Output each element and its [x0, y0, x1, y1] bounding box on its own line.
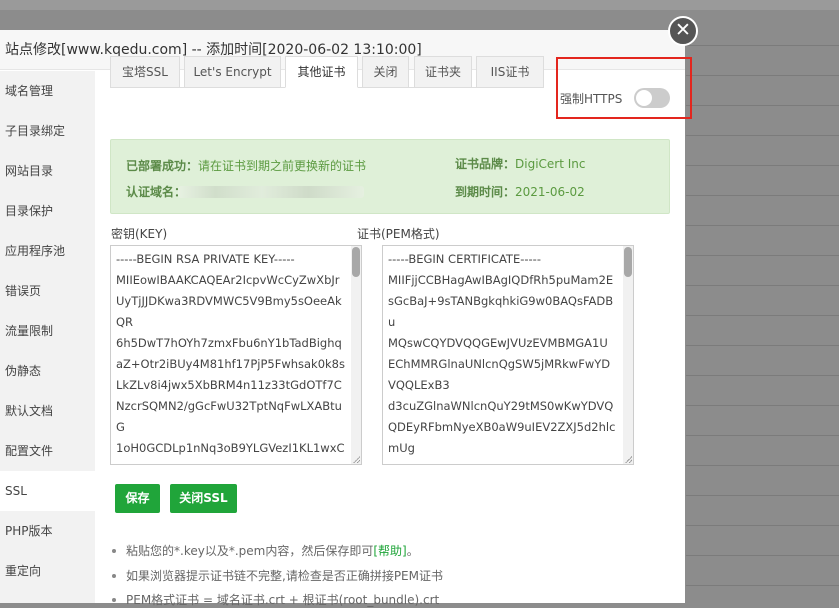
sidebar-item-domains[interactable]: 域名管理 [0, 71, 95, 111]
key-line: 6h5DwT7hOYh7zmxFbu6nY1bTadBighq [116, 336, 342, 350]
close-ssl-button[interactable]: 关闭SSL [170, 484, 237, 513]
tab-lets-encrypt[interactable]: Let's Encrypt [184, 56, 281, 88]
key-line: UyTjJJDKwa3RDVMWC5V9Bmy5sOeeAk [116, 294, 342, 308]
bullet-icon [112, 573, 116, 578]
scrollbar[interactable] [623, 246, 633, 464]
deployed-text: 请在证书到期之前更换新的证书 [198, 159, 367, 173]
tip-suffix: 。 [406, 544, 419, 558]
private-key-textarea[interactable]: -----BEGIN RSA PRIVATE KEY----- MIIEowIB… [110, 245, 362, 465]
force-https-toggle[interactable] [634, 88, 670, 108]
sidebar-item-app-pool[interactable]: 应用程序池 [0, 231, 95, 271]
expiry-label: 到期时间： [455, 185, 516, 199]
cert-line: sGcBaJ+9sTANBgkqhkiG9w0BAQsFADB [388, 294, 614, 308]
sidebar-item-config-file[interactable]: 配置文件 [0, 431, 95, 471]
tip-item: PEM格式证书 = 域名证书.crt + 根证书(root_bundle).cr… [112, 591, 439, 608]
cert-line: MQswCQYDVQQGEwJVUzEVMBMGA1U [388, 336, 608, 350]
certificate-textarea[interactable]: -----BEGIN CERTIFICATE----- MIIFjjCCBHag… [382, 245, 634, 465]
brand-label: 证书品牌： [455, 157, 516, 171]
expiry-value: 2021-06-02 [515, 185, 585, 199]
key-line: QR [116, 315, 134, 329]
save-button[interactable]: 保存 [115, 484, 160, 513]
close-icon[interactable]: ✕ [668, 16, 698, 46]
force-https-highlight [556, 57, 692, 119]
cert-line: MIIFjjCCBHagAwIBAgIQDfRh5puMam2E [388, 273, 614, 287]
domain-label: 认证域名： [126, 185, 187, 199]
key-line: LkZLv8i4jwx5XbBRM4n11z33tGdOTf7C [116, 378, 342, 392]
redacted-domain [178, 186, 364, 198]
bullet-icon [112, 548, 116, 553]
key-field-label: 密钥(KEY) [111, 227, 168, 241]
cert-line: u [388, 315, 396, 329]
cert-line: d3cuZGlnaWNlcnQuY29tMS0wKwYDVQ [388, 399, 614, 413]
tab-certificate-folder[interactable]: 证书夹 [414, 56, 472, 88]
scrollbar-thumb[interactable] [352, 247, 360, 277]
key-line: -----BEGIN RSA PRIVATE KEY----- [116, 252, 295, 266]
ssl-status-notice [110, 139, 670, 214]
sidebar-item-subdirectory-binding[interactable]: 子目录绑定 [0, 111, 95, 151]
scrollbar[interactable] [351, 246, 361, 464]
tab-bt-ssl[interactable]: 宝塔SSL [110, 56, 180, 88]
toggle-knob [636, 90, 652, 106]
cert-field-label: 证书(PEM格式) [357, 227, 440, 241]
help-link[interactable]: [帮助] [373, 544, 406, 558]
key-line: 1oH0GCDLp1nNq3oB9YLGVezI1KL1wxC [116, 441, 345, 455]
tip-item: 如果浏览器提示证书链不完整,请检查是否正确拼接PEM证书 [112, 567, 443, 584]
tip-text: PEM格式证书 = 域名证书.crt + 根证书(root_bundle).cr… [126, 593, 440, 607]
sidebar-item-php-version[interactable]: PHP版本 [0, 511, 95, 551]
sidebar-item-rewrite[interactable]: 伪静态 [0, 351, 95, 391]
sidebar-item-default-document[interactable]: 默认文档 [0, 391, 95, 431]
cert-line: mUg [388, 441, 415, 455]
bullet-icon [112, 597, 116, 602]
tab-iis-certificate[interactable]: IIS证书 [476, 56, 544, 88]
tip-text: 如果浏览器提示证书链不完整,请检查是否正确拼接PEM证书 [126, 569, 443, 583]
cert-line: EChMMRGlnaUNlcnQgSW5jMRkwFwYD [388, 357, 611, 371]
deployed-label: 已部署成功： [126, 159, 199, 173]
scrollbar-thumb[interactable] [624, 247, 632, 277]
expiry-info: 到期时间：2021-06-02 [455, 183, 585, 200]
tip-text: 粘贴您的*.key以及*.pem内容，然后保存即可 [126, 544, 374, 558]
sidebar-item-error-pages[interactable]: 错误页 [0, 271, 95, 311]
sidebar-item-ssl[interactable]: SSL [0, 471, 95, 511]
sidebar-item-directory-protection[interactable]: 目录保护 [0, 191, 95, 231]
resize-handle-icon[interactable] [353, 456, 360, 463]
brand-value: DigiCert Inc [515, 157, 586, 171]
force-https-label: 强制HTTPS [560, 92, 623, 106]
sidebar-item-site-directory[interactable]: 网站目录 [0, 151, 95, 191]
sidebar-item-redirect[interactable]: 重定向 [0, 551, 95, 591]
cert-line: VQQLExB3 [388, 378, 450, 392]
resize-handle-icon[interactable] [625, 456, 632, 463]
sidebar-item-traffic-limit[interactable]: 流量限制 [0, 311, 95, 351]
deployed-status: 已部署成功：请在证书到期之前更换新的证书 [126, 157, 366, 174]
key-line: aZ+Otr2iBUy4M81hf17PjP5Fwhsak0k8s [116, 357, 345, 371]
tab-other-certificate[interactable]: 其他证书 [285, 56, 358, 88]
key-line: G [116, 420, 125, 434]
key-line: NzcrSQMN2/gGcFwU32TptNqFwLXABtu [116, 399, 342, 413]
key-line: MIIEowIBAAKCAQEAr2IcpvWcCyZwXbJr [116, 273, 340, 287]
tab-close[interactable]: 关闭 [362, 56, 409, 88]
brand-info: 证书品牌：DigiCert Inc [455, 155, 586, 172]
sidebar: 域名管理 子目录绑定 网站目录 目录保护 应用程序池 错误页 流量限制 伪静态 … [0, 71, 95, 603]
cert-line: -----BEGIN CERTIFICATE----- [388, 252, 541, 266]
tip-item: 粘贴您的*.key以及*.pem内容，然后保存即可[帮助]。 [112, 542, 419, 559]
cert-line: QDEyRFbmNyeXB0aW9uIEV2ZXJ5d2hlc [388, 420, 616, 434]
